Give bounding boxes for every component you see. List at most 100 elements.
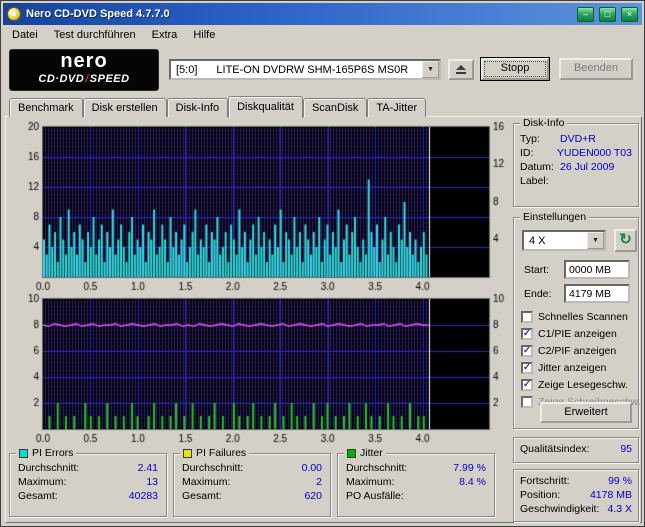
stat-row: Maximum: 13 <box>10 475 166 489</box>
pi-errors-panel-name: PI Errors <box>32 447 74 459</box>
stat-label: Maximum: <box>346 476 395 488</box>
stat-label: Gesamt: <box>182 490 222 502</box>
tab-scandisk[interactable]: ScanDisk <box>302 98 368 117</box>
disk-info-title: Disk-Info <box>520 117 568 129</box>
tab-strip: Benchmark Disk erstellen Disk-Info Diskq… <box>9 96 427 118</box>
window-title: Nero CD-DVD Speed 4.7.7.0 <box>26 8 170 20</box>
nero-logo-name: nero <box>60 50 108 72</box>
title-bar[interactable]: Nero CD-DVD Speed 4.7.7.0 – □ × <box>3 3 642 25</box>
disk-id-label: ID: <box>520 147 534 159</box>
maximize-button[interactable]: □ <box>599 6 616 22</box>
progress-label: Fortschritt: <box>520 475 570 487</box>
pie-chart <box>7 117 511 293</box>
speed-row: Geschwindigkeit: 4.3 X <box>514 502 638 516</box>
progress-row: Fortschritt: 99 % <box>514 474 638 488</box>
tab-benchmark[interactable]: Benchmark <box>9 98 83 117</box>
stat-row: Maximum: 2 <box>174 475 330 489</box>
checkbox-label: C1/PIE anzeigen <box>538 328 617 340</box>
checkbox-label: Zeige Lesegeschw. <box>538 379 628 391</box>
tab-ta-jitter[interactable]: TA-Jitter <box>367 98 427 117</box>
minimize-button[interactable]: – <box>577 6 594 22</box>
checkbox-box: ✓ <box>521 345 533 357</box>
checkbox-c2-pif-anzeigen[interactable]: ✓ C2/PIF anzeigen <box>521 345 616 357</box>
chevron-down-icon[interactable]: ▼ <box>422 61 439 78</box>
logo-sub-right: SPEED <box>89 73 130 85</box>
checkbox-label: Schnelles Scannen <box>538 311 628 323</box>
disk-id-value: YUDEN000 T03 <box>556 147 632 159</box>
stat-label: Maximum: <box>182 476 231 488</box>
checkbox-zeige-lesegeschw[interactable]: ✓ Zeige Lesegeschw. <box>521 379 628 391</box>
speed-label: Geschwindigkeit: <box>520 503 600 515</box>
stat-value: 2.41 <box>137 462 158 474</box>
menu-item-test-durchfuehren[interactable]: Test durchführen <box>46 27 144 43</box>
stat-row: Gesamt: 620 <box>174 489 330 503</box>
logo-sub-left: CD·DVD <box>38 73 85 85</box>
quit-button[interactable]: Beenden <box>559 58 633 80</box>
position-label: Position: <box>520 489 561 501</box>
jitter-panel-title: Jitter <box>344 447 386 459</box>
stat-value: 8.4 % <box>459 476 486 488</box>
pi-failures-panel-title: PI Failures <box>180 447 250 459</box>
disk-datum-value: 26 Jul 2009 <box>560 161 615 173</box>
checkbox-schnelles-scannen[interactable]: ✓ Schnelles Scannen <box>521 311 628 323</box>
stat-value: 40283 <box>128 490 158 502</box>
stat-label: Durchschnitt: <box>182 462 244 474</box>
menu-item-extra[interactable]: Extra <box>144 27 186 43</box>
stat-row: Durchschnitt: 2.41 <box>10 461 166 475</box>
stat-row: PO Ausfälle: <box>338 489 494 503</box>
disk-info-row-typ: Typ: DVD+R <box>514 132 638 146</box>
position-value: 4178 MB <box>589 489 632 501</box>
eject-button[interactable] <box>448 59 474 80</box>
disk-typ-label: Typ: <box>520 133 540 145</box>
checkbox-box: ✓ <box>521 396 533 408</box>
chevron-down-icon[interactable]: ▼ <box>587 232 604 249</box>
stat-row: Maximum: 8.4 % <box>338 475 494 489</box>
drive-select[interactable]: [5:0] LITE-ON DVDRW SHM-165P6S MS0R ▼ <box>169 59 441 80</box>
stat-label: Durchschnitt: <box>346 462 408 474</box>
speed-value: 4 X <box>529 234 546 247</box>
refresh-icon: ↻ <box>619 231 632 248</box>
speed-select[interactable]: 4 X ▼ <box>522 230 606 251</box>
start-input[interactable] <box>564 260 630 279</box>
checkbox-jitter-anzeigen[interactable]: ✓ Jitter anzeigen <box>521 362 606 374</box>
close-button[interactable]: × <box>621 6 638 22</box>
refresh-button[interactable]: ↻ <box>614 229 637 252</box>
tab-diskqualitaet[interactable]: Diskqualität <box>228 96 303 118</box>
stat-row: Durchschnitt: 7.99 % <box>338 461 494 475</box>
menu-item-hilfe[interactable]: Hilfe <box>185 27 223 43</box>
stat-value: 7.99 % <box>453 462 486 474</box>
disk-info-row-id: ID: YUDEN000 T03 <box>514 146 638 160</box>
drive-bus: [5:0] <box>176 63 198 76</box>
disk-typ-value: DVD+R <box>560 133 596 145</box>
disk-info-group: Disk-Info Typ: DVD+R ID: YUDEN000 T03 Da… <box>513 117 639 207</box>
advanced-button[interactable]: Erweitert <box>540 402 632 423</box>
check-icon: ✓ <box>522 345 532 356</box>
settings-group: Einstellungen 4 X ▼ ↻ Start: Ende: ✓ Sch… <box>513 211 641 429</box>
stat-label: Durchschnitt: <box>18 462 80 474</box>
disk-info-row-label: Label: <box>514 174 638 188</box>
app-window: Nero CD-DVD Speed 4.7.7.0 – □ × Datei Te… <box>0 0 645 527</box>
check-icon: ✓ <box>522 328 532 339</box>
tab-disk-erstellen[interactable]: Disk erstellen <box>82 98 167 117</box>
stat-value: 13 <box>146 476 158 488</box>
app-icon <box>7 7 21 21</box>
menu-item-datei[interactable]: Datei <box>4 27 46 43</box>
checkbox-box: ✓ <box>521 328 533 340</box>
quality-index-group: Qualitätsindex: 95 <box>513 437 639 463</box>
stat-value: 2 <box>316 476 322 488</box>
drive-name: LITE-ON DVDRW SHM-165P6S MS0R <box>216 63 409 76</box>
end-input[interactable] <box>564 284 630 303</box>
stat-label: Maximum: <box>18 476 67 488</box>
speed-value: 4.3 X <box>607 503 632 515</box>
pi-errors-swatch <box>19 448 28 458</box>
checkbox-c1-pie-anzeigen[interactable]: ✓ C1/PIE anzeigen <box>521 328 617 340</box>
disk-info-row-datum: Datum: 26 Jul 2009 <box>514 160 638 174</box>
stop-button[interactable]: Stopp <box>481 58 549 80</box>
pi-errors-panel: PI Errors Durchschnitt: 2.41 Maximum: 13 G… <box>9 447 167 517</box>
quality-row: Qualitätsindex: 95 <box>514 438 638 456</box>
menu-bar: Datei Test durchführen Extra Hilfe <box>4 26 641 44</box>
check-icon: ✓ <box>522 362 532 373</box>
tab-disk-info[interactable]: Disk-Info <box>166 98 229 117</box>
settings-title: Einstellungen <box>520 211 590 223</box>
start-label: Start: <box>524 263 550 276</box>
